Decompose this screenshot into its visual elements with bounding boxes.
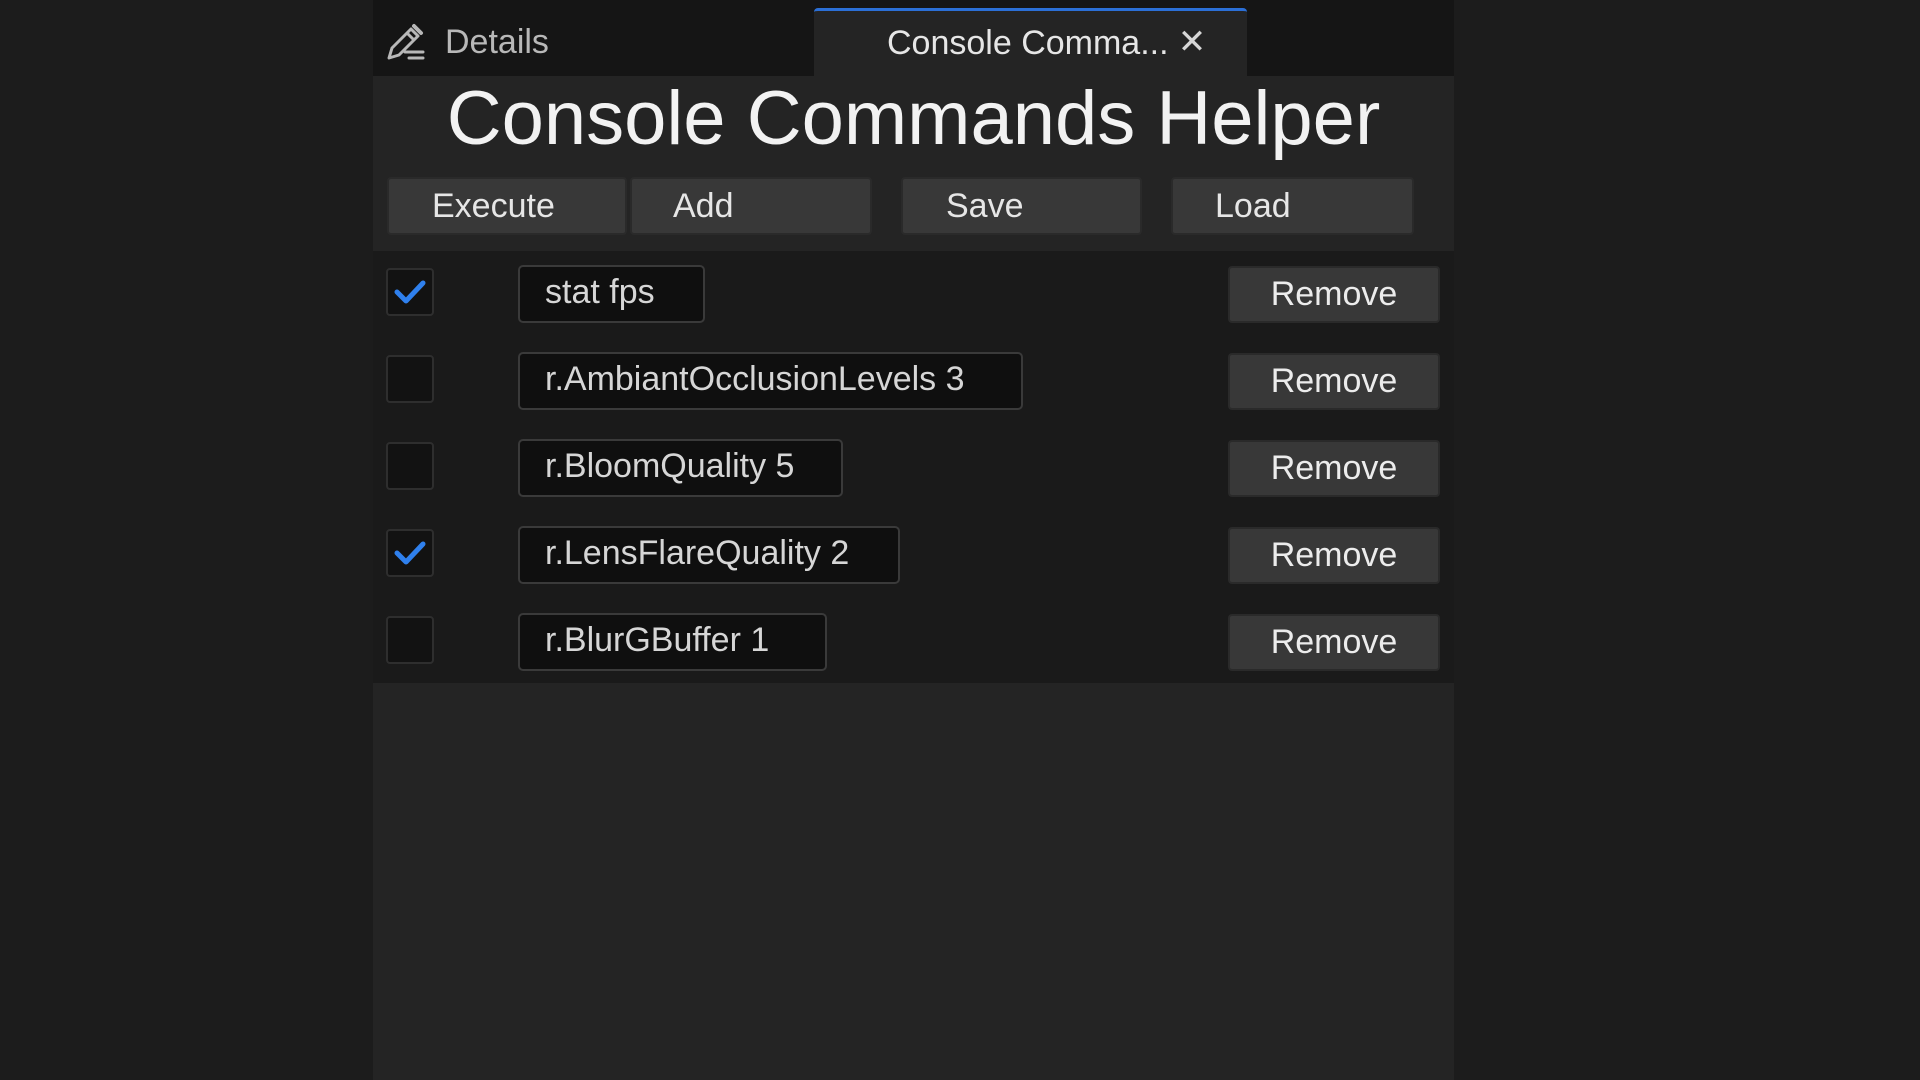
execute-button[interactable]: Execute (387, 177, 627, 235)
command-checkbox[interactable] (386, 268, 434, 316)
command-checkbox[interactable] (386, 616, 434, 664)
toolbar: Execute Add Save Load (387, 177, 1443, 235)
command-field[interactable]: r.AmbiantOcclusionLevels 3 (518, 352, 1023, 410)
command-row: r.LensFlareQuality 2 Remove (373, 512, 1454, 599)
load-button[interactable]: Load (1171, 177, 1414, 235)
command-field[interactable]: r.LensFlareQuality 2 (518, 526, 900, 584)
command-checkbox[interactable] (386, 355, 434, 403)
tab-console-commands[interactable]: Console Comma... ✕ (814, 8, 1247, 76)
command-row: r.BlurGBuffer 1 Remove (373, 599, 1454, 686)
remove-button[interactable]: Remove (1228, 266, 1440, 323)
add-button[interactable]: Add (630, 177, 872, 235)
checkmark-icon (394, 280, 426, 304)
console-commands-panel: Details Console Comma... ✕ Console Comma… (373, 0, 1454, 1080)
checkmark-icon (394, 541, 426, 565)
close-icon[interactable]: ✕ (1173, 23, 1211, 61)
remove-button[interactable]: Remove (1228, 353, 1440, 410)
command-field[interactable]: r.BlurGBuffer 1 (518, 613, 827, 671)
tab-console-label: Console Comma... (887, 24, 1169, 62)
command-list: stat fps Remove r.AmbiantOcclusionLevels… (373, 251, 1454, 683)
remove-button[interactable]: Remove (1228, 527, 1440, 584)
command-row: stat fps Remove (373, 251, 1454, 338)
tab-details-label: Details (445, 22, 549, 61)
remove-button[interactable]: Remove (1228, 614, 1440, 671)
edit-pencil-icon (383, 20, 427, 64)
command-field[interactable]: r.BloomQuality 5 (518, 439, 843, 497)
command-checkbox[interactable] (386, 442, 434, 490)
command-row: r.AmbiantOcclusionLevels 3 Remove (373, 338, 1454, 425)
command-checkbox[interactable] (386, 529, 434, 577)
save-button[interactable]: Save (901, 177, 1142, 235)
tab-details[interactable]: Details (383, 8, 813, 76)
remove-button[interactable]: Remove (1228, 440, 1440, 497)
tab-bar: Details Console Comma... ✕ (373, 0, 1454, 76)
command-row: r.BloomQuality 5 Remove (373, 425, 1454, 512)
command-field[interactable]: stat fps (518, 265, 705, 323)
page-title: Console Commands Helper (446, 76, 1381, 161)
